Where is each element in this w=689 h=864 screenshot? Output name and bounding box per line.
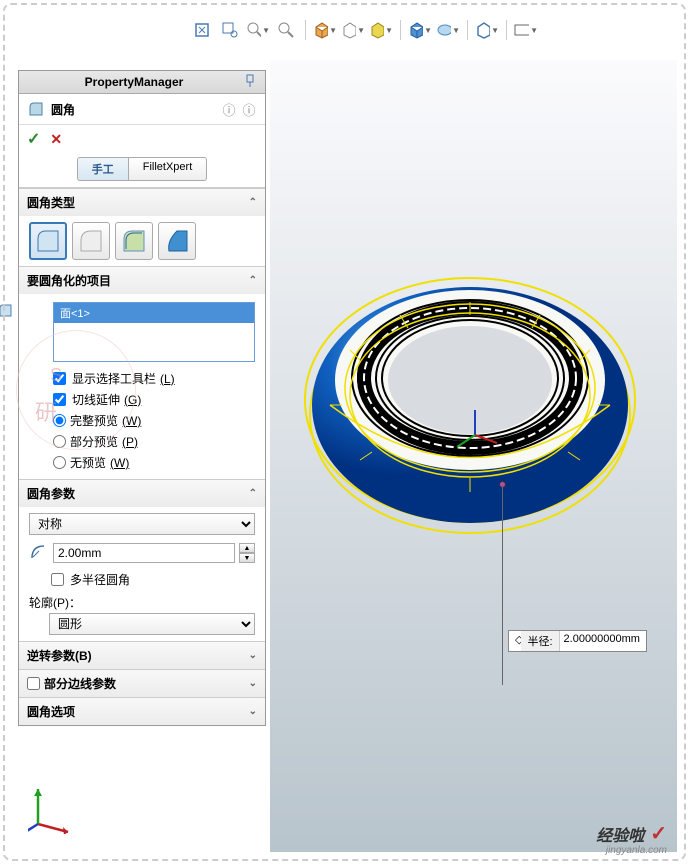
multi-radius-checkbox[interactable]: 多半径圆角 — [29, 569, 255, 590]
cancel-button[interactable]: ✕ — [50, 131, 62, 148]
radius-up[interactable]: ▲ — [239, 543, 255, 553]
radius-callout[interactable]: ◇ 半径: 2.00000000mm — [508, 630, 647, 652]
tab-filletxpert[interactable]: FilletXpert — [128, 157, 208, 181]
section-header-params[interactable]: 圆角参数 ⌃ — [19, 480, 265, 507]
view-settings-icon[interactable]: ▼ — [475, 18, 499, 42]
zoom-fit-icon[interactable] — [190, 18, 214, 42]
view-triad — [28, 784, 78, 834]
pm-title: PropertyManager — [25, 75, 243, 89]
feature-header: 圆角 ⓘ ⓘ — [19, 94, 265, 125]
radius-input[interactable] — [53, 543, 235, 563]
pm-header: PropertyManager — [19, 71, 265, 94]
no-preview-radio[interactable]: 无预览(W) — [29, 452, 255, 473]
tab-manual[interactable]: 手工 — [77, 157, 128, 181]
section-header-fillet-type[interactable]: 圆角类型 ⌃ — [19, 189, 265, 216]
watermark-text: 研 — [35, 395, 57, 427]
fillet-type-full-round[interactable] — [158, 222, 196, 260]
section-header-options[interactable]: 圆角选项 ⌄ — [19, 698, 265, 725]
fillet-feature-icon — [27, 100, 45, 118]
edit-appearance-icon[interactable]: ▼ — [408, 18, 432, 42]
ok-button[interactable]: ✓ — [27, 129, 40, 149]
callout-value[interactable]: 2.00000000mm — [564, 633, 640, 649]
display-style-icon[interactable]: ▼ — [341, 18, 365, 42]
section-header-items[interactable]: 要圆角化的项目 ⌃ — [19, 267, 265, 294]
callout-leader — [502, 485, 503, 685]
profile-select[interactable]: 圆形 — [49, 613, 255, 635]
collapse-icon: ⌃ — [249, 488, 257, 499]
callout-label: 半径: — [521, 631, 559, 651]
section-reverse: 逆转参数(B) ⌄ — [19, 641, 265, 669]
prev-view-icon[interactable]: ▼ — [246, 18, 270, 42]
section-view-icon[interactable] — [274, 18, 298, 42]
face-select-icon — [0, 302, 15, 323]
watermark-url: jingyanla.com — [606, 842, 667, 856]
section-header-partial[interactable]: 部分边线参数 ⌄ — [19, 670, 265, 697]
viewport-icon[interactable]: ▼ — [514, 18, 538, 42]
pin-icon[interactable] — [243, 74, 259, 90]
collapse-icon: ⌄ — [249, 678, 257, 689]
section-options: 圆角选项 ⌄ — [19, 697, 265, 725]
radius-down[interactable]: ▼ — [239, 553, 255, 563]
view-toolbar: ▼ ▼ ▼ ▼ ▼ ▼ ▼ ▼ — [190, 18, 538, 42]
fillet-type-variable[interactable] — [72, 222, 110, 260]
confirm-row: ✓ ✕ — [19, 125, 265, 153]
fillet-type-face[interactable] — [115, 222, 153, 260]
mode-tabs: 手工 FilletXpert — [19, 153, 265, 188]
section-params: 圆角参数 ⌃ 对称 ▲ ▼ 多半径圆角 轮廓(P)： 圆形 — [19, 479, 265, 641]
radius-icon — [29, 543, 49, 563]
collapse-icon: ⌃ — [249, 197, 257, 208]
symmetry-select[interactable]: 对称 — [29, 513, 255, 535]
feature-name: 圆角 — [51, 101, 221, 118]
collapse-icon: ⌄ — [249, 650, 257, 661]
ring-model — [300, 260, 640, 540]
collapse-icon: ⌃ — [249, 275, 257, 286]
help-icon[interactable]: ⓘ — [221, 101, 237, 117]
section-partial-edge: 部分边线参数 ⌄ — [19, 669, 265, 697]
profile-label: 轮廓(P)： — [29, 590, 255, 613]
section-fillet-type: 圆角类型 ⌃ — [19, 188, 265, 266]
collapse-icon: ⌄ — [249, 706, 257, 717]
view-orient-icon[interactable]: ▼ — [313, 18, 337, 42]
help2-icon[interactable]: ⓘ — [241, 101, 257, 117]
apply-scene-icon[interactable]: ▼ — [436, 18, 460, 42]
selected-face[interactable]: 面<1> — [54, 303, 254, 323]
hide-show-icon[interactable]: ▼ — [369, 18, 393, 42]
graphics-viewport[interactable] — [270, 60, 677, 852]
watermark-text: S — [50, 365, 62, 386]
watermark-seal — [16, 330, 136, 450]
fillet-type-constant[interactable] — [29, 222, 67, 260]
section-header-reverse[interactable]: 逆转参数(B) ⌄ — [19, 642, 265, 669]
zoom-area-icon[interactable] — [218, 18, 242, 42]
